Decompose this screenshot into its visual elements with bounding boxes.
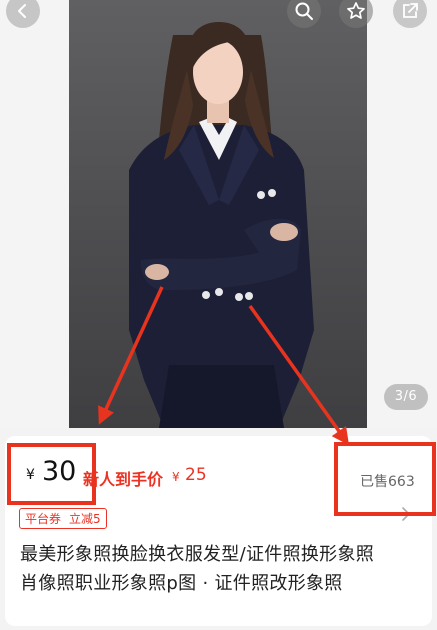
star-icon [347, 2, 365, 19]
coupon-badge[interactable]: 平台券 立减5 [19, 508, 107, 529]
sold-count: 已售663 [360, 474, 415, 490]
product-info-card: ¥ 30 新人到手价 ¥ 25 已售663 平台券 立减5 最美形象照换脸换衣服… [5, 436, 432, 626]
price-value: 30 [42, 456, 77, 487]
product-image-gallery[interactable]: 3/6 [0, 0, 437, 428]
search-icon [295, 2, 313, 20]
back-button[interactable] [6, 0, 40, 28]
price-row: ¥ 30 新人到手价 ¥ 25 已售663 [5, 436, 432, 506]
chevron-right-icon[interactable] [401, 506, 411, 525]
newbie-price-currency: ¥ [172, 470, 180, 484]
share-icon [403, 3, 418, 18]
product-title: 最美形象照换脸换衣服发型/证件照换形象照 肖像照职业形象照p图 · 证件照改形象… [20, 540, 420, 598]
newbie-price-label: 新人到手价 [83, 470, 164, 489]
product-title-line-2: 肖像照职业形象照p图 · 证件照改形象照 [20, 573, 343, 594]
price-currency: ¥ [26, 467, 35, 483]
coupon-row[interactable]: 平台券 立减5 [19, 508, 107, 529]
image-page-indicator: 3/6 [384, 384, 428, 410]
newbie-price-value: 25 [185, 465, 207, 485]
coupon-value: 立减5 [69, 512, 101, 526]
favorite-button[interactable] [339, 0, 373, 28]
product-title-line-1: 最美形象照换脸换衣服发型/证件照换形象照 [20, 544, 375, 565]
product-photo[interactable] [69, 0, 367, 428]
portrait-illustration [129, 22, 314, 428]
chevron-left-icon [18, 4, 26, 18]
coupon-tag: 平台券 [25, 512, 62, 526]
share-button[interactable] [393, 0, 427, 28]
